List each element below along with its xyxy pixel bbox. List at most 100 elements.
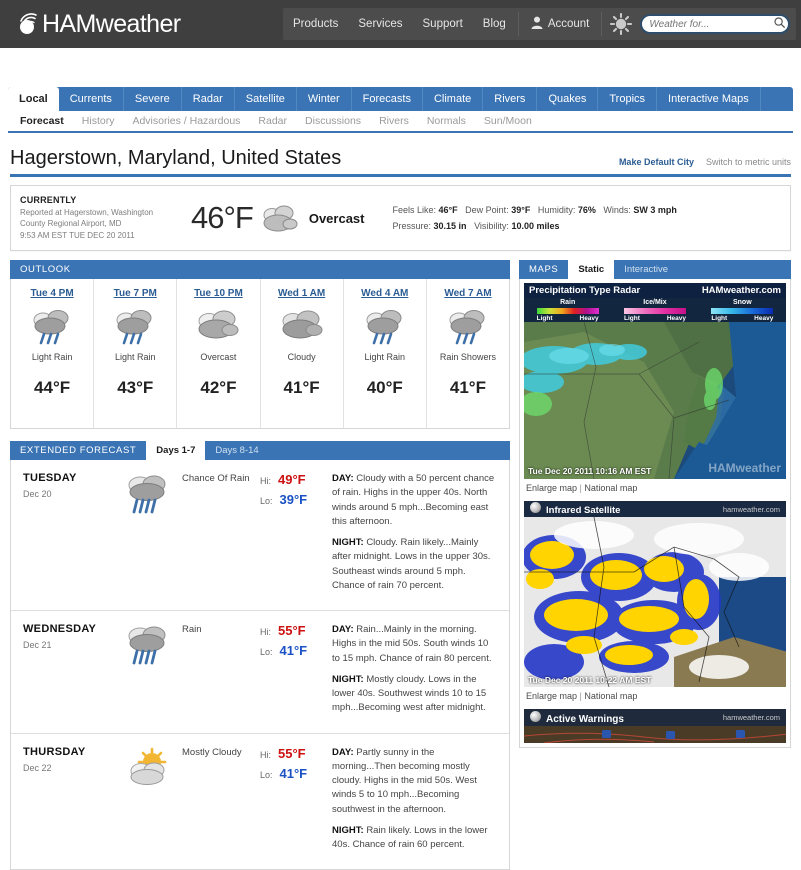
brand-name: HAMweather	[42, 9, 181, 38]
divider	[517, 12, 519, 36]
nav-tab-interactive-maps[interactable]: Interactive Maps	[657, 87, 761, 111]
radar-national-map-link[interactable]: National map	[584, 483, 637, 493]
stat-label-winds: Winds:	[603, 204, 631, 215]
tab-interactive[interactable]: Interactive	[614, 260, 678, 279]
account-button[interactable]: Account	[521, 16, 600, 32]
outlook-time[interactable]: Wed 7 AM	[444, 288, 491, 299]
warnings-title: Active Warnings	[546, 713, 624, 725]
stat-value-visibility: 10.00 miles	[511, 221, 560, 231]
topnav-blog[interactable]: Blog	[473, 8, 516, 40]
outlook-cell[interactable]: Tue 7 PM Light Rain 43°F	[94, 279, 178, 428]
satellite-national-map-link[interactable]: National map	[584, 691, 637, 701]
forecast-row: TUESDAY Dec 20 Chance Of Rain Hi: 49°F L…	[11, 460, 509, 611]
legend-gradient	[623, 307, 686, 314]
subnav-radar[interactable]: Radar	[249, 115, 296, 127]
extended-forecast-title: EXTENDED FORECAST	[20, 445, 137, 456]
current-condition: Overcast	[308, 210, 365, 226]
search-box[interactable]	[640, 14, 791, 34]
night-prefix: NIGHT:	[332, 824, 364, 836]
make-default-city-link[interactable]: Make Default City	[619, 157, 694, 167]
nav-tab-radar[interactable]: Radar	[182, 87, 235, 111]
warnings-brand: hamweather.com	[722, 713, 780, 722]
subnav-advisories[interactable]: Advisories / Hazardous	[123, 115, 249, 127]
outlook-time[interactable]: Wed 4 AM	[361, 288, 408, 299]
subnav-history[interactable]: History	[73, 115, 124, 127]
tab-days-8-14[interactable]: Days 8-14	[205, 441, 268, 460]
legend-label: Snow	[732, 298, 752, 306]
maps-body: Precipitation Type Radar HAMweather.com …	[519, 279, 791, 748]
outlook-cell[interactable]: Wed 4 AM Light Rain 40°F	[344, 279, 427, 428]
subnav-rivers[interactable]: Rivers	[370, 115, 418, 127]
nav-tab-quakes[interactable]: Quakes	[537, 87, 599, 111]
sun-icon[interactable]	[610, 12, 633, 36]
maps-column: MAPS Static Interactive Precipitation Ty…	[519, 260, 791, 870]
outlook-condition: Light Rain	[114, 352, 156, 362]
observation-time: 9:53 AM EST TUE DEC 20 2011	[20, 230, 135, 240]
nav-tab-satellite[interactable]: Satellite	[235, 87, 297, 111]
outlook-cell[interactable]: Tue 4 PM Light Rain 44°F	[11, 279, 95, 428]
outlook-cell[interactable]: Wed 7 AM Rain Showers 41°F	[427, 279, 509, 428]
radar-map-links: Enlarge map | National map	[526, 483, 786, 493]
nav-tab-tropics[interactable]: Tropics	[598, 87, 658, 111]
day-prefix: DAY:	[332, 746, 354, 758]
outlook-time[interactable]: Wed 1 AM	[278, 288, 325, 299]
nav-tab-rivers[interactable]: Rivers	[483, 87, 538, 111]
satellite-title-bar: Infrared Satellite hamweather.com	[524, 501, 786, 517]
subnav-normals[interactable]: Normals	[418, 115, 475, 127]
reported-line-1: Reported at Hagerstown, Washington	[20, 207, 154, 217]
stat-value-humidity: 76%	[577, 204, 596, 215]
radar-enlarge-map-link[interactable]: Enlarge map	[526, 483, 577, 493]
switch-metric-units-link[interactable]: Switch to metric units	[706, 157, 791, 167]
search-icon[interactable]	[774, 17, 786, 31]
user-icon	[531, 16, 543, 32]
topnav-support[interactable]: Support	[413, 8, 473, 40]
nav-tab-local[interactable]: Local	[8, 87, 59, 111]
day-prefix: DAY:	[332, 624, 354, 635]
outlook-time[interactable]: Tue 10 PM	[194, 288, 243, 299]
topnav-products[interactable]: Products	[283, 8, 348, 40]
rain-cloud-icon	[361, 307, 409, 349]
search-input[interactable]	[649, 18, 775, 30]
infrared-satellite-map[interactable]: Infrared Satellite hamweather.com Tue De…	[524, 501, 786, 687]
nav-tab-winter[interactable]: Winter	[297, 87, 352, 111]
subnav-discussions[interactable]: Discussions	[296, 115, 370, 127]
precipitation-radar-map[interactable]: Precipitation Type Radar HAMweather.com …	[524, 283, 786, 479]
legend-heavy: Heavy	[754, 314, 774, 322]
stat-value-winds: SW 3 mph	[633, 204, 677, 215]
site-logo[interactable]: HAMweather	[14, 9, 181, 39]
subnav-forecast[interactable]: Forecast	[20, 115, 73, 127]
legend-ice-mix: Ice/Mix Light Heavy	[623, 299, 686, 322]
satellite-brand: hamweather.com	[722, 504, 780, 514]
nav-tab-currents[interactable]: Currents	[59, 87, 124, 111]
tab-static[interactable]: Static	[568, 260, 615, 279]
nav-tab-forecasts[interactable]: Forecasts	[352, 87, 423, 111]
hi-label: Hi:	[260, 476, 271, 486]
forecast-day-name: THURSDAY	[23, 745, 86, 758]
nav-tab-climate[interactable]: Climate	[423, 87, 484, 111]
page-title-row: Hagerstown, Maryland, United States Make…	[10, 147, 791, 177]
outlook-condition: Cloudy	[287, 352, 316, 362]
outlook-panel: OUTLOOK Tue 4 PM Light Rain 44°F Tue 7 P…	[10, 260, 510, 429]
nav-tab-severe[interactable]: Severe	[124, 87, 182, 111]
subnav-sun-moon[interactable]: Sun/Moon	[475, 115, 541, 127]
outlook-condition: Rain Showers	[439, 352, 496, 362]
page-title-links: Make Default City Switch to metric units	[619, 157, 791, 170]
forecast-high: 55°F	[278, 745, 306, 761]
satellite-enlarge-map-link[interactable]: Enlarge map	[526, 691, 577, 701]
overcast-cloud-icon	[259, 202, 299, 234]
legend-light: Light	[536, 314, 553, 322]
radar-timestamp: Tue Dec 20 2011 10:16 AM EST	[528, 466, 652, 476]
tab-days-1-7[interactable]: Days 1-7	[146, 441, 206, 460]
outlook-cell[interactable]: Wed 1 AM Cloudy 41°F	[261, 279, 344, 428]
primary-nav-wrapper: Local Currents Severe Radar Satellite Wi…	[0, 87, 801, 133]
forecast-description: DAY: Rain...Mainly in the morning. Highs…	[332, 623, 509, 723]
stat-label-feels-like: Feels Like:	[392, 204, 437, 215]
outlook-time[interactable]: Tue 4 PM	[31, 288, 74, 299]
topnav-services[interactable]: Services	[348, 8, 412, 40]
active-warnings-map[interactable]: Active Warnings hamweather.com	[524, 709, 786, 743]
outlook-cell[interactable]: Tue 10 PM Overcast 42°F	[177, 279, 261, 428]
day-text: Cloudy with a 50 percent chance of rain.…	[332, 473, 495, 527]
legend-heavy: Heavy	[666, 314, 686, 322]
forecast-description: DAY: Partly sunny in the morning...Then …	[332, 746, 509, 860]
outlook-time[interactable]: Tue 7 PM	[114, 288, 157, 299]
